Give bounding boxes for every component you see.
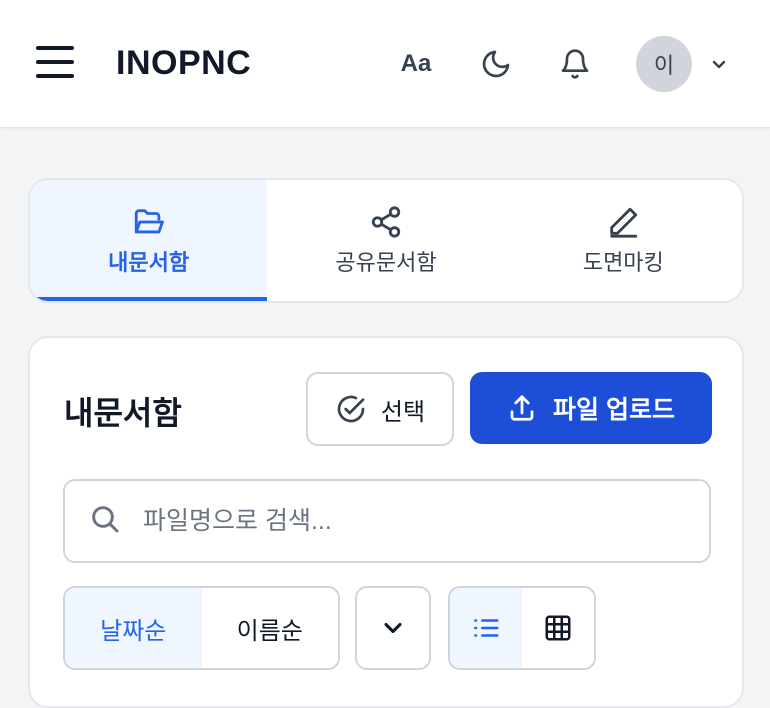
- grid-icon: [545, 615, 571, 641]
- sort-by-name-button[interactable]: 이름순: [202, 588, 339, 668]
- check-circle-icon: [337, 395, 365, 423]
- avatar[interactable]: 이: [636, 36, 692, 92]
- chevron-down-icon: [384, 622, 402, 634]
- tab-label: 도면마킹: [582, 249, 664, 275]
- list-view-button[interactable]: [450, 588, 522, 668]
- bell-icon: [561, 49, 589, 79]
- upload-file-button[interactable]: 파일 업로드: [470, 372, 712, 444]
- theme-toggle-button[interactable]: [472, 40, 520, 88]
- list-icon: [474, 619, 499, 637]
- tab-label: 공유문서함: [335, 249, 437, 275]
- view-mode-toggle: [448, 586, 596, 670]
- pencil-icon: [610, 207, 638, 238]
- notifications-button[interactable]: [551, 40, 599, 88]
- tab-label: 내문서함: [108, 249, 190, 275]
- chevron-down-icon[interactable]: [706, 52, 732, 76]
- brand-logo: INOPNC: [116, 44, 252, 82]
- document-tabs: 내문서함 공유문서함 도면마킹: [28, 178, 744, 303]
- tab-drawing-markup[interactable]: 도면마킹: [505, 180, 742, 301]
- avatar-initial: 이: [653, 53, 675, 78]
- folder-open-icon: [134, 208, 164, 233]
- font-size-button[interactable]: Aa: [392, 40, 440, 88]
- search-input[interactable]: [143, 495, 683, 547]
- tab-my-documents[interactable]: 내문서함: [30, 180, 268, 301]
- page-title: 내문서함: [64, 395, 182, 431]
- select-button[interactable]: 선택: [306, 372, 454, 446]
- documents-card: 내문서함 선택 파일 업로드 날짜순 이름순: [28, 336, 744, 708]
- grid-view-button[interactable]: [522, 588, 594, 668]
- upload-icon: [510, 395, 534, 421]
- upload-button-label: 파일 업로드: [553, 396, 675, 424]
- sort-by-date-button[interactable]: 날짜순: [65, 588, 202, 668]
- moon-icon: [482, 50, 510, 78]
- search-box: [63, 479, 711, 563]
- select-button-label: 선택: [380, 398, 426, 426]
- search-icon: [92, 506, 119, 533]
- font-size-label: Aa: [400, 50, 432, 77]
- sort-toggle-group: 날짜순 이름순: [63, 586, 340, 670]
- share-icon: [371, 205, 401, 238]
- menu-icon[interactable]: [36, 46, 76, 82]
- tab-shared-documents[interactable]: 공유문서함: [267, 180, 504, 301]
- sort-direction-button[interactable]: [355, 586, 431, 670]
- app-header: INOPNC Aa 이: [0, 0, 770, 128]
